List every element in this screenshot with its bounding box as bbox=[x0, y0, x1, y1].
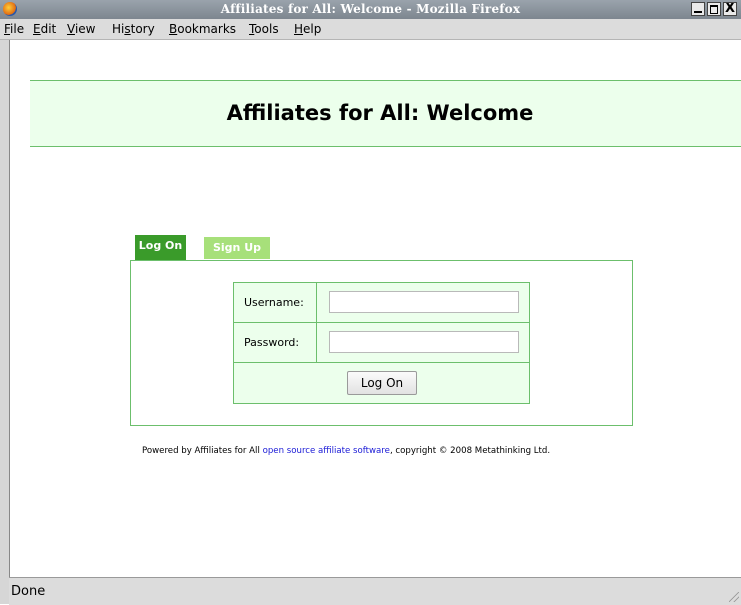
page-content: Affiliates for All: Welcome Log On Sign … bbox=[9, 40, 741, 577]
minimize-button[interactable] bbox=[691, 2, 705, 16]
menu-edit[interactable]: Edit bbox=[33, 22, 56, 36]
page-title: Affiliates for All: Welcome bbox=[226, 101, 534, 125]
footer-suffix: , copyright © 2008 Metathinking Ltd. bbox=[389, 446, 551, 456]
menu-help[interactable]: Help bbox=[294, 22, 321, 36]
menu-bookmarks[interactable]: Bookmarks bbox=[169, 22, 236, 36]
password-field[interactable] bbox=[329, 331, 519, 353]
tab-sign-up[interactable]: Sign Up bbox=[204, 237, 270, 259]
browser-window: Affiliates for All: Welcome - Mozilla Fi… bbox=[0, 0, 741, 605]
login-form: Username: Password: Log On bbox=[233, 282, 530, 404]
menu-file[interactable]: File bbox=[4, 22, 24, 36]
row-divider bbox=[234, 362, 529, 363]
title-bar[interactable]: Affiliates for All: Welcome - Mozilla Fi… bbox=[0, 0, 741, 19]
close-icon: X bbox=[724, 2, 736, 16]
maximize-icon bbox=[710, 5, 718, 14]
username-field[interactable] bbox=[329, 291, 519, 313]
window-title: Affiliates for All: Welcome - Mozilla Fi… bbox=[220, 2, 521, 16]
log-on-button[interactable]: Log On bbox=[347, 371, 417, 395]
menu-view[interactable]: View bbox=[67, 22, 95, 36]
close-button[interactable]: X bbox=[723, 2, 737, 16]
maximize-button[interactable] bbox=[707, 2, 721, 16]
menu-bar: File Edit View History Bookmarks Tools H… bbox=[0, 19, 741, 51]
menu-tools[interactable]: Tools bbox=[249, 22, 279, 36]
status-text: Done bbox=[11, 584, 46, 599]
menu-history[interactable]: History bbox=[112, 22, 155, 36]
minimize-icon bbox=[694, 11, 702, 13]
tab-log-on[interactable]: Log On bbox=[135, 235, 186, 260]
footer-link[interactable]: open source affiliate software bbox=[263, 446, 390, 456]
password-label: Password: bbox=[244, 336, 300, 349]
status-bar: Done bbox=[9, 577, 741, 605]
page-header: Affiliates for All: Welcome bbox=[30, 80, 741, 147]
footer: Powered by Affiliates for All open sourc… bbox=[142, 446, 550, 456]
footer-prefix: Powered by Affiliates for All bbox=[142, 446, 263, 456]
column-divider bbox=[316, 283, 317, 363]
resize-grip-icon[interactable] bbox=[729, 592, 739, 602]
row-divider bbox=[234, 322, 529, 323]
username-label: Username: bbox=[244, 296, 304, 309]
